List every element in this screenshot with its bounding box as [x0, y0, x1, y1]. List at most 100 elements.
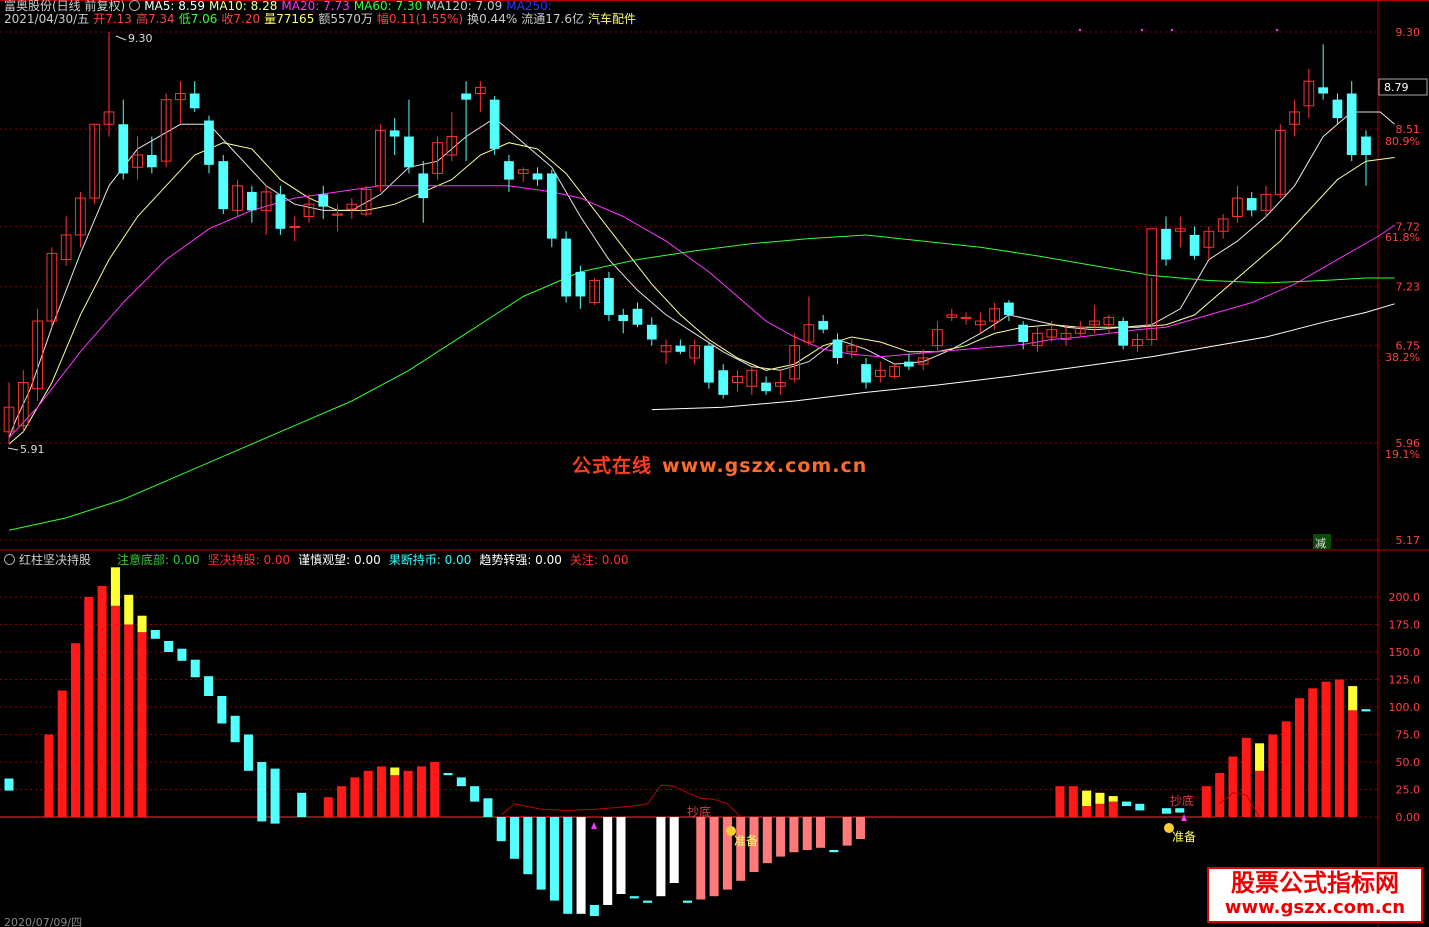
indicator-bar-yellow: [1348, 686, 1358, 711]
indicator-bar: [1308, 688, 1318, 817]
indicator-bar: [1055, 786, 1065, 817]
indicator-item-4: 趋势转强: 0.00: [479, 553, 562, 567]
candle-body-down: [832, 339, 843, 358]
candle-body-down: [818, 321, 829, 330]
indicator-bar-yellow: [1108, 796, 1118, 802]
candle-body-down: [1161, 228, 1171, 260]
indicator-bar: [629, 896, 639, 899]
indicator-bar: [709, 817, 719, 897]
signal-ready-2: 准备: [1172, 830, 1196, 844]
pct-tick-3: 19.1%: [1385, 448, 1420, 461]
candle-body-down: [418, 173, 429, 199]
candle-body-down: [546, 173, 557, 239]
high-label: 高7.34: [135, 12, 175, 26]
indicator-bar: [1068, 786, 1078, 817]
indicator-bar: [1228, 756, 1238, 817]
indicator-bar: [297, 792, 307, 817]
logo-url: www.gszx.com.cn: [1224, 897, 1406, 918]
indicator-bar-yellow: [1082, 790, 1092, 806]
candle-body-down: [1332, 99, 1343, 119]
indicator-bar: [762, 817, 772, 864]
indicator-bar: [1268, 734, 1278, 817]
price-tick-3: 7.23: [1396, 281, 1421, 294]
open-label: 开7.13: [93, 12, 132, 26]
indicator-bar: [1334, 679, 1344, 817]
indicator-bar: [669, 817, 679, 883]
candle-body-down: [718, 370, 729, 395]
logo-title: 股票公式指标网: [1231, 869, 1399, 897]
pct-tick-1: 61.8%: [1385, 231, 1420, 244]
watermark-cn: 公式在线: [572, 455, 653, 477]
indicator-bar: [496, 817, 506, 842]
candle-body-down: [761, 382, 771, 392]
candle-body-down: [275, 194, 286, 229]
candle-body-down: [1346, 93, 1357, 156]
ind-tick-0: 200.0: [1389, 591, 1421, 604]
indicator-bar: [44, 734, 54, 817]
top-marker-2: [1170, 28, 1174, 32]
indicator-bar: [776, 817, 786, 857]
indicator-item-3: 果断持币: 0.00: [388, 553, 472, 567]
indicator-bar: [1201, 786, 1211, 817]
date-label: 2021/04/30/五: [4, 12, 90, 26]
indicator-bar: [1135, 803, 1145, 811]
indicator-bar: [802, 817, 812, 850]
indicator-bar: [323, 797, 333, 817]
indicator-bar: [483, 798, 493, 817]
indicator-bar: [696, 817, 706, 900]
indicator-bar: [536, 817, 546, 890]
indicator-bar: [736, 817, 746, 881]
indicator-name[interactable]: 红柱坚决持股: [19, 553, 91, 567]
change-label: 幅0.11(1.55%): [376, 12, 464, 26]
watermark-url: www.gszx.com.cn: [662, 455, 868, 477]
top-marker-1: [1140, 28, 1144, 32]
ma-line-ma5: [8, 111, 1395, 439]
candle-body-down: [575, 271, 586, 297]
indicator-bar: [842, 817, 852, 846]
indicator-bar: [230, 715, 240, 743]
indicator-bar: [430, 762, 440, 817]
candle-body-down: [1189, 234, 1200, 256]
ind-tick-5: 75.0: [1396, 729, 1421, 742]
candle-body-down: [389, 130, 400, 137]
indicator-header: 红柱坚决持股 注意底部: 0.00 坚决持股: 0.00 谨慎观望: 0.00 果断持币…: [4, 552, 640, 568]
candle-body-down: [246, 191, 257, 211]
min-price-label: 5.91: [20, 443, 45, 456]
indicator-bar: [549, 817, 559, 901]
money-bag-icon: [1164, 823, 1174, 833]
candle-body-down: [646, 324, 657, 340]
indicator-bar: [57, 690, 67, 817]
indicator-bar: [1321, 681, 1331, 817]
indicator-bar: [456, 777, 466, 787]
signal-bottom-1: 抄底: [687, 804, 711, 819]
candle-body-down: [604, 278, 614, 315]
indicator-bar: [363, 770, 373, 817]
indicator-bar: [4, 778, 14, 791]
indicator-bar-yellow: [137, 615, 147, 633]
indicator-bar: [270, 768, 280, 824]
indicator-bar-yellow: [1255, 743, 1265, 771]
ma-line-ma20: [8, 185, 1395, 439]
current-price-label: 8.79: [1384, 81, 1409, 94]
indicator-bar: [1175, 808, 1185, 813]
indicator-bar: [510, 817, 520, 859]
indicator-bar: [110, 605, 120, 817]
indicator-bar: [1361, 709, 1371, 712]
settings-icon[interactable]: [129, 0, 141, 11]
min-arrow: [7, 447, 19, 451]
indicator-values: 注意底部: 0.00 坚决持股: 0.00 谨慎观望: 0.00 果断持币: 0.00…: [117, 553, 636, 567]
candle-body-down: [1318, 87, 1329, 94]
candle-body-down: [318, 194, 329, 207]
indicator-bar: [1281, 721, 1291, 817]
indicator-bar: [164, 641, 174, 652]
sector-label[interactable]: 汽车配件: [588, 12, 636, 26]
candle-body-down: [461, 93, 471, 100]
indicator-bar: [616, 817, 626, 894]
candle-body-down: [1118, 321, 1129, 346]
indicator-bar: [1348, 710, 1358, 817]
ind-tick-7: 25.0: [1396, 784, 1421, 797]
candle-body-down: [504, 161, 514, 180]
indicator-bar: [1294, 698, 1305, 817]
indicator-item-5: 关注: 0.00: [569, 553, 629, 567]
indicator-settings-icon[interactable]: [4, 554, 15, 565]
